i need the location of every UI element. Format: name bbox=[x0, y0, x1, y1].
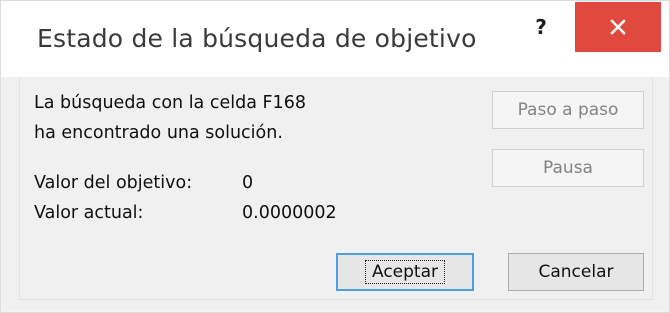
target-value: 0 bbox=[242, 173, 254, 193]
status-message-line-1: La búsqueda con la celda F168 bbox=[34, 93, 306, 113]
close-button[interactable] bbox=[575, 2, 661, 52]
target-value-label: Valor del objetivo: bbox=[34, 173, 193, 193]
help-button[interactable]: ? bbox=[521, 11, 561, 47]
dialog-body: La búsqueda con la celda F168 ha encontr… bbox=[19, 77, 653, 300]
cancel-button[interactable]: Cancelar bbox=[508, 253, 644, 291]
dialog-title: Estado de la búsqueda de objetivo bbox=[37, 24, 477, 53]
status-message-line-2: ha encontrado una solución. bbox=[34, 123, 283, 143]
accept-button-label: Aceptar bbox=[365, 260, 445, 284]
step-button[interactable]: Paso a paso bbox=[492, 91, 644, 129]
title-bar[interactable]: Estado de la búsqueda de objetivo ? bbox=[1, 1, 669, 77]
pause-button[interactable]: Pausa bbox=[492, 149, 644, 187]
current-value-label: Valor actual: bbox=[34, 203, 144, 223]
current-value: 0.0000002 bbox=[242, 203, 337, 223]
close-icon bbox=[610, 19, 626, 35]
accept-button[interactable]: Aceptar bbox=[336, 253, 474, 291]
goal-seek-status-dialog: Estado de la búsqueda de objetivo ? La b… bbox=[0, 0, 670, 313]
